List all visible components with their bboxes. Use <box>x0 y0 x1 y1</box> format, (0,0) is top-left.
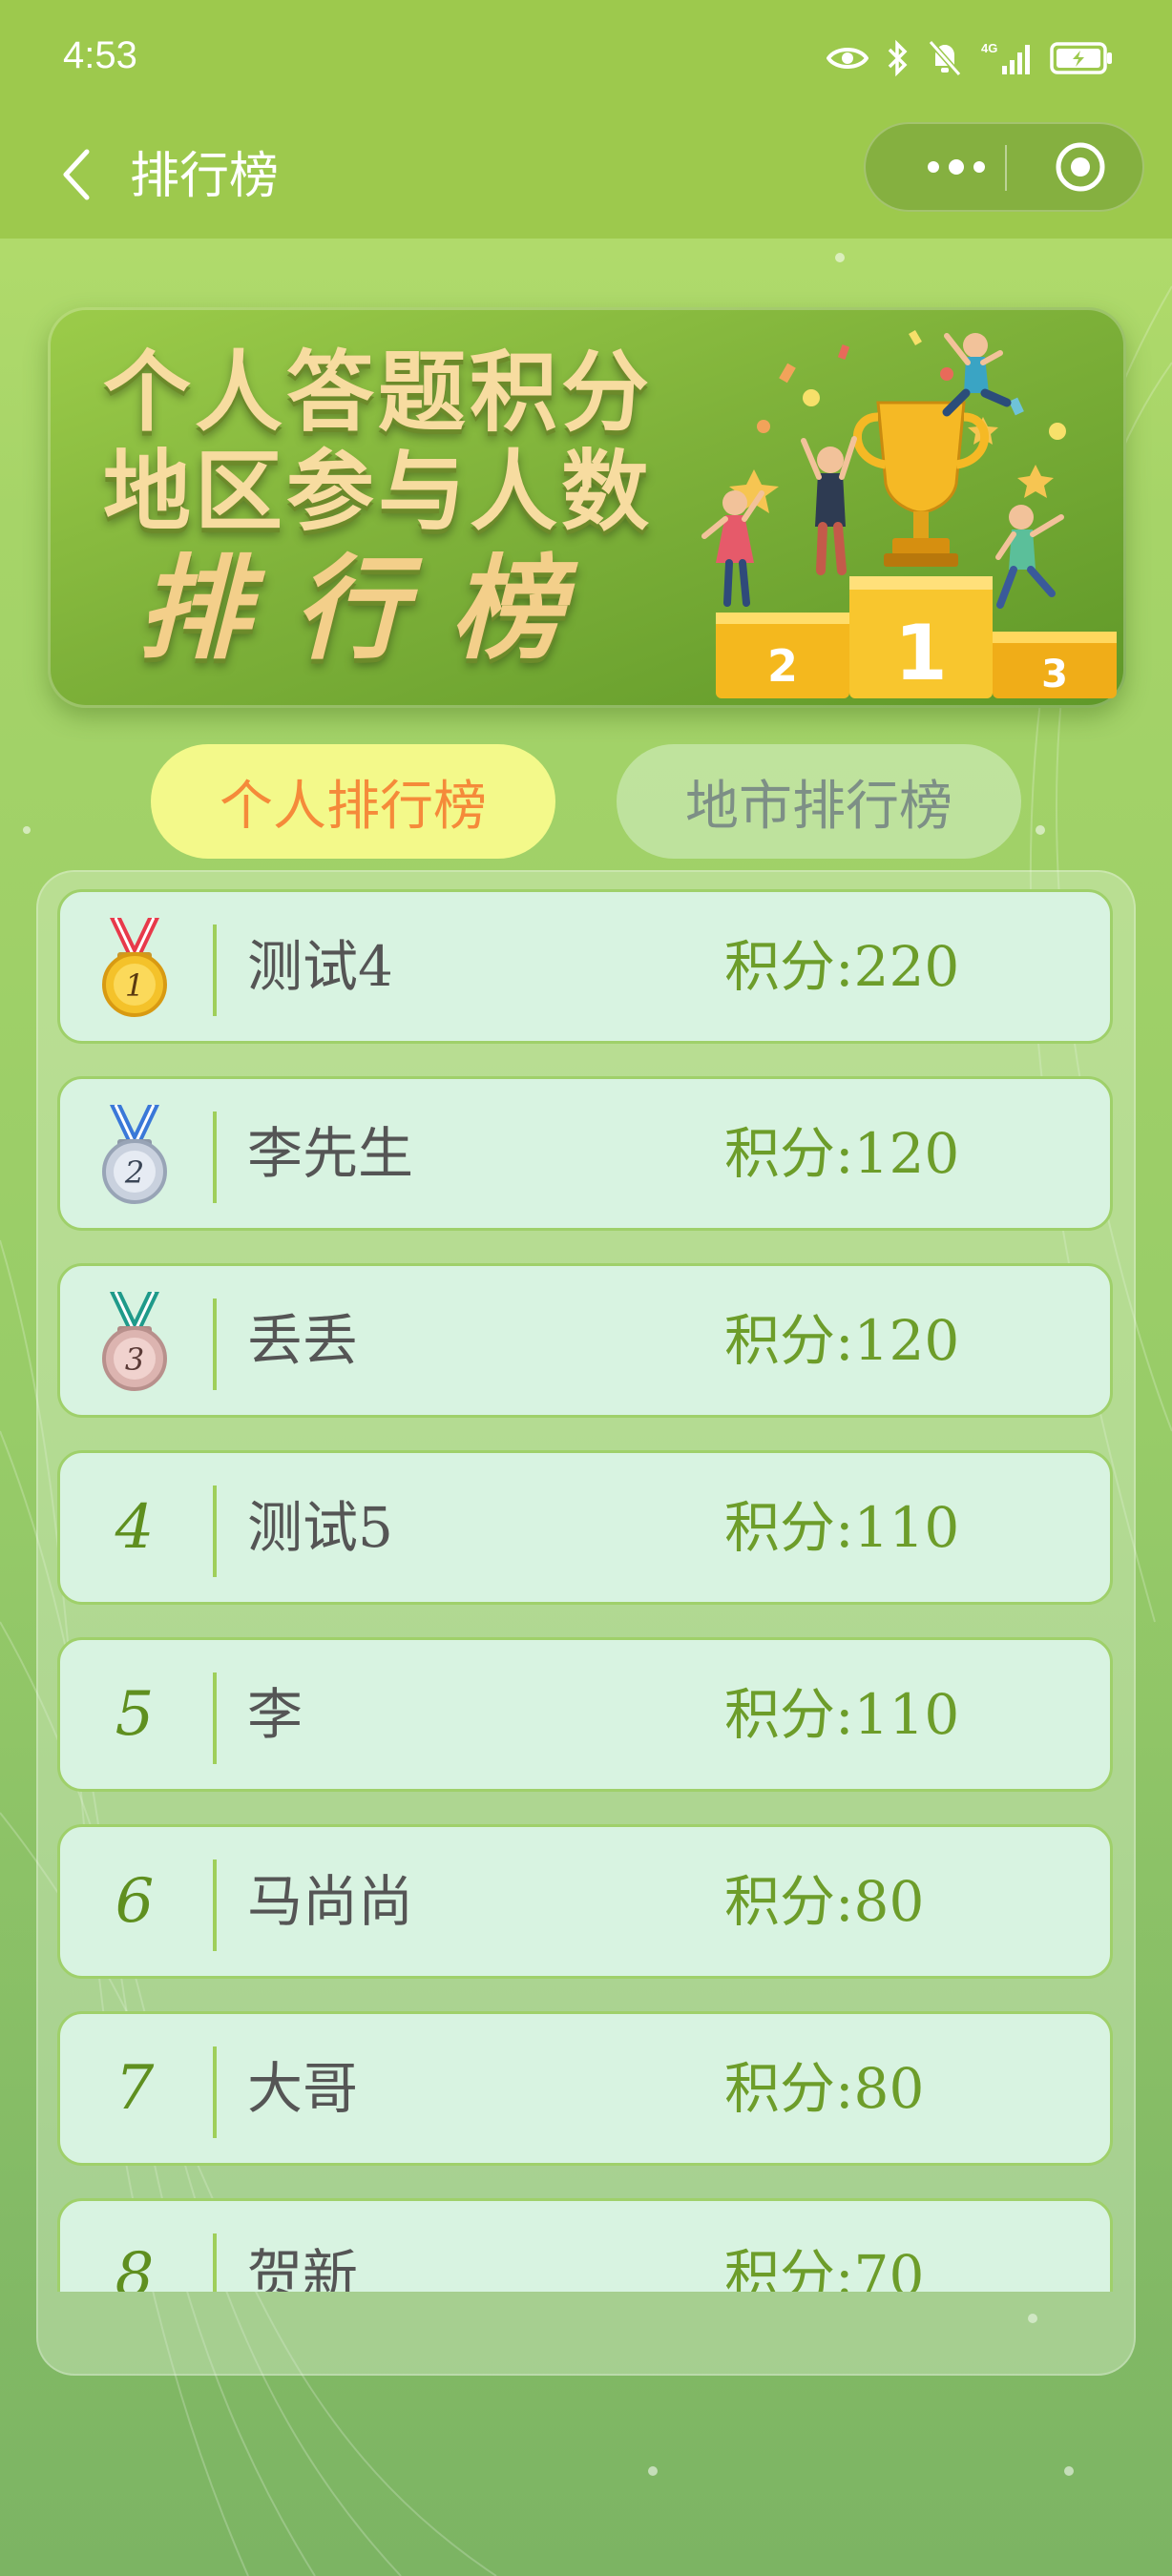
podium-trophy-illustration: 1 2 3 <box>701 329 1117 698</box>
close-mini-program-button[interactable] <box>1028 124 1133 210</box>
ranking-list[interactable]: 1 测试4 积分:220 2 李先生 积分:120 3 丢丢 积分:120 4 … <box>57 889 1119 2292</box>
status-bar: 4:53 4G <box>0 0 1172 114</box>
rank-number: 8 <box>115 2240 155 2292</box>
nav-bar: 排行榜 <box>0 114 1172 239</box>
row-divider <box>213 1485 217 1577</box>
svg-text:4G: 4G <box>981 41 997 55</box>
ranking-row[interactable]: 3 丢丢 积分:120 <box>57 1263 1113 1418</box>
more-button[interactable] <box>904 124 1009 210</box>
gold-medal-icon: 1 <box>60 892 209 1041</box>
status-time: 4:53 <box>63 34 137 76</box>
banner-line-2: 地区参与人数 <box>103 441 654 543</box>
user-score: 积分:120 <box>724 1308 960 1373</box>
leaderboard-banner: 个人答题积分 地区参与人数 排行榜 1 2 3 <box>48 307 1126 708</box>
user-name: 大哥 <box>247 2056 359 2121</box>
row-divider <box>213 2233 217 2292</box>
user-name: 马尚尚 <box>247 1869 414 1934</box>
ranking-row[interactable]: 5 李 积分:110 <box>57 1637 1113 1792</box>
user-name: 测试4 <box>247 934 393 999</box>
row-divider <box>213 1859 217 1951</box>
silver-medal-icon: 2 <box>60 1079 209 1228</box>
eye-icon <box>827 48 869 69</box>
svg-text:3: 3 <box>125 1341 144 1378</box>
signal-icon: 4G <box>981 41 1030 74</box>
user-name: 李先生 <box>247 1121 414 1186</box>
rank-number: 5 <box>115 1679 155 1750</box>
bell-muted-icon <box>928 40 962 76</box>
user-name: 测试5 <box>247 1495 393 1560</box>
user-score: 积分:80 <box>724 2056 925 2121</box>
user-score: 积分:110 <box>724 1682 960 1747</box>
rank-number: 4 <box>115 1492 155 1563</box>
user-score: 积分:220 <box>724 934 960 999</box>
user-score: 积分:120 <box>724 1121 960 1186</box>
user-score: 积分:110 <box>724 1495 960 1560</box>
tab-personal-ranking[interactable]: 个人排行榜 <box>151 744 555 859</box>
svg-text:1: 1 <box>125 967 144 1004</box>
ranking-row[interactable]: 7 大哥 积分:80 <box>57 2011 1113 2166</box>
ranking-row[interactable]: 6 马尚尚 积分:80 <box>57 1824 1113 1979</box>
user-name: 贺新 <box>247 2243 359 2292</box>
user-score: 积分:70 <box>724 2243 925 2292</box>
bluetooth-icon <box>888 39 908 77</box>
back-button[interactable] <box>44 141 111 208</box>
ranking-row[interactable]: 4 测试5 积分:110 <box>57 1450 1113 1605</box>
banner-headline: 个人答题积分 地区参与人数 排行榜 <box>103 343 653 675</box>
row-divider <box>213 1672 217 1764</box>
user-name: 李 <box>247 1682 303 1747</box>
capsule-divider <box>1005 145 1007 191</box>
ranking-row[interactable]: 1 测试4 积分:220 <box>57 889 1113 1044</box>
ranking-row[interactable]: 8 贺新 积分:70 <box>57 2198 1113 2292</box>
podium-second-label: 2 <box>767 640 798 692</box>
status-icons: 4G <box>827 34 1113 82</box>
banner-line-1: 个人答题积分 <box>103 342 654 444</box>
row-divider <box>213 2046 217 2138</box>
page-title: 排行榜 <box>130 148 280 205</box>
bronze-medal-icon: 3 <box>60 1266 209 1415</box>
row-divider <box>213 1111 217 1203</box>
ranking-row[interactable]: 2 李先生 积分:120 <box>57 1076 1113 1231</box>
user-name: 丢丢 <box>247 1308 359 1373</box>
chevron-left-icon <box>63 149 90 200</box>
tab-city-ranking[interactable]: 地市排行榜 <box>617 744 1021 859</box>
more-dots-icon <box>928 159 985 175</box>
row-divider <box>213 1298 217 1390</box>
target-icon <box>1056 142 1105 192</box>
row-divider <box>213 924 217 1016</box>
rank-number: 6 <box>115 1866 155 1937</box>
battery-icon <box>1050 42 1112 74</box>
podium: 1 2 3 <box>716 576 1117 698</box>
celebrating-people <box>701 333 1064 609</box>
banner-line-3: 排行榜 <box>137 543 608 675</box>
podium-third-label: 3 <box>1041 653 1068 696</box>
svg-text:2: 2 <box>124 1154 144 1191</box>
mini-program-capsule <box>864 122 1144 212</box>
user-score: 积分:80 <box>724 1869 925 1934</box>
podium-first-label: 1 <box>894 609 948 697</box>
trophy-icon <box>852 401 990 567</box>
rank-number: 7 <box>115 2053 155 2124</box>
